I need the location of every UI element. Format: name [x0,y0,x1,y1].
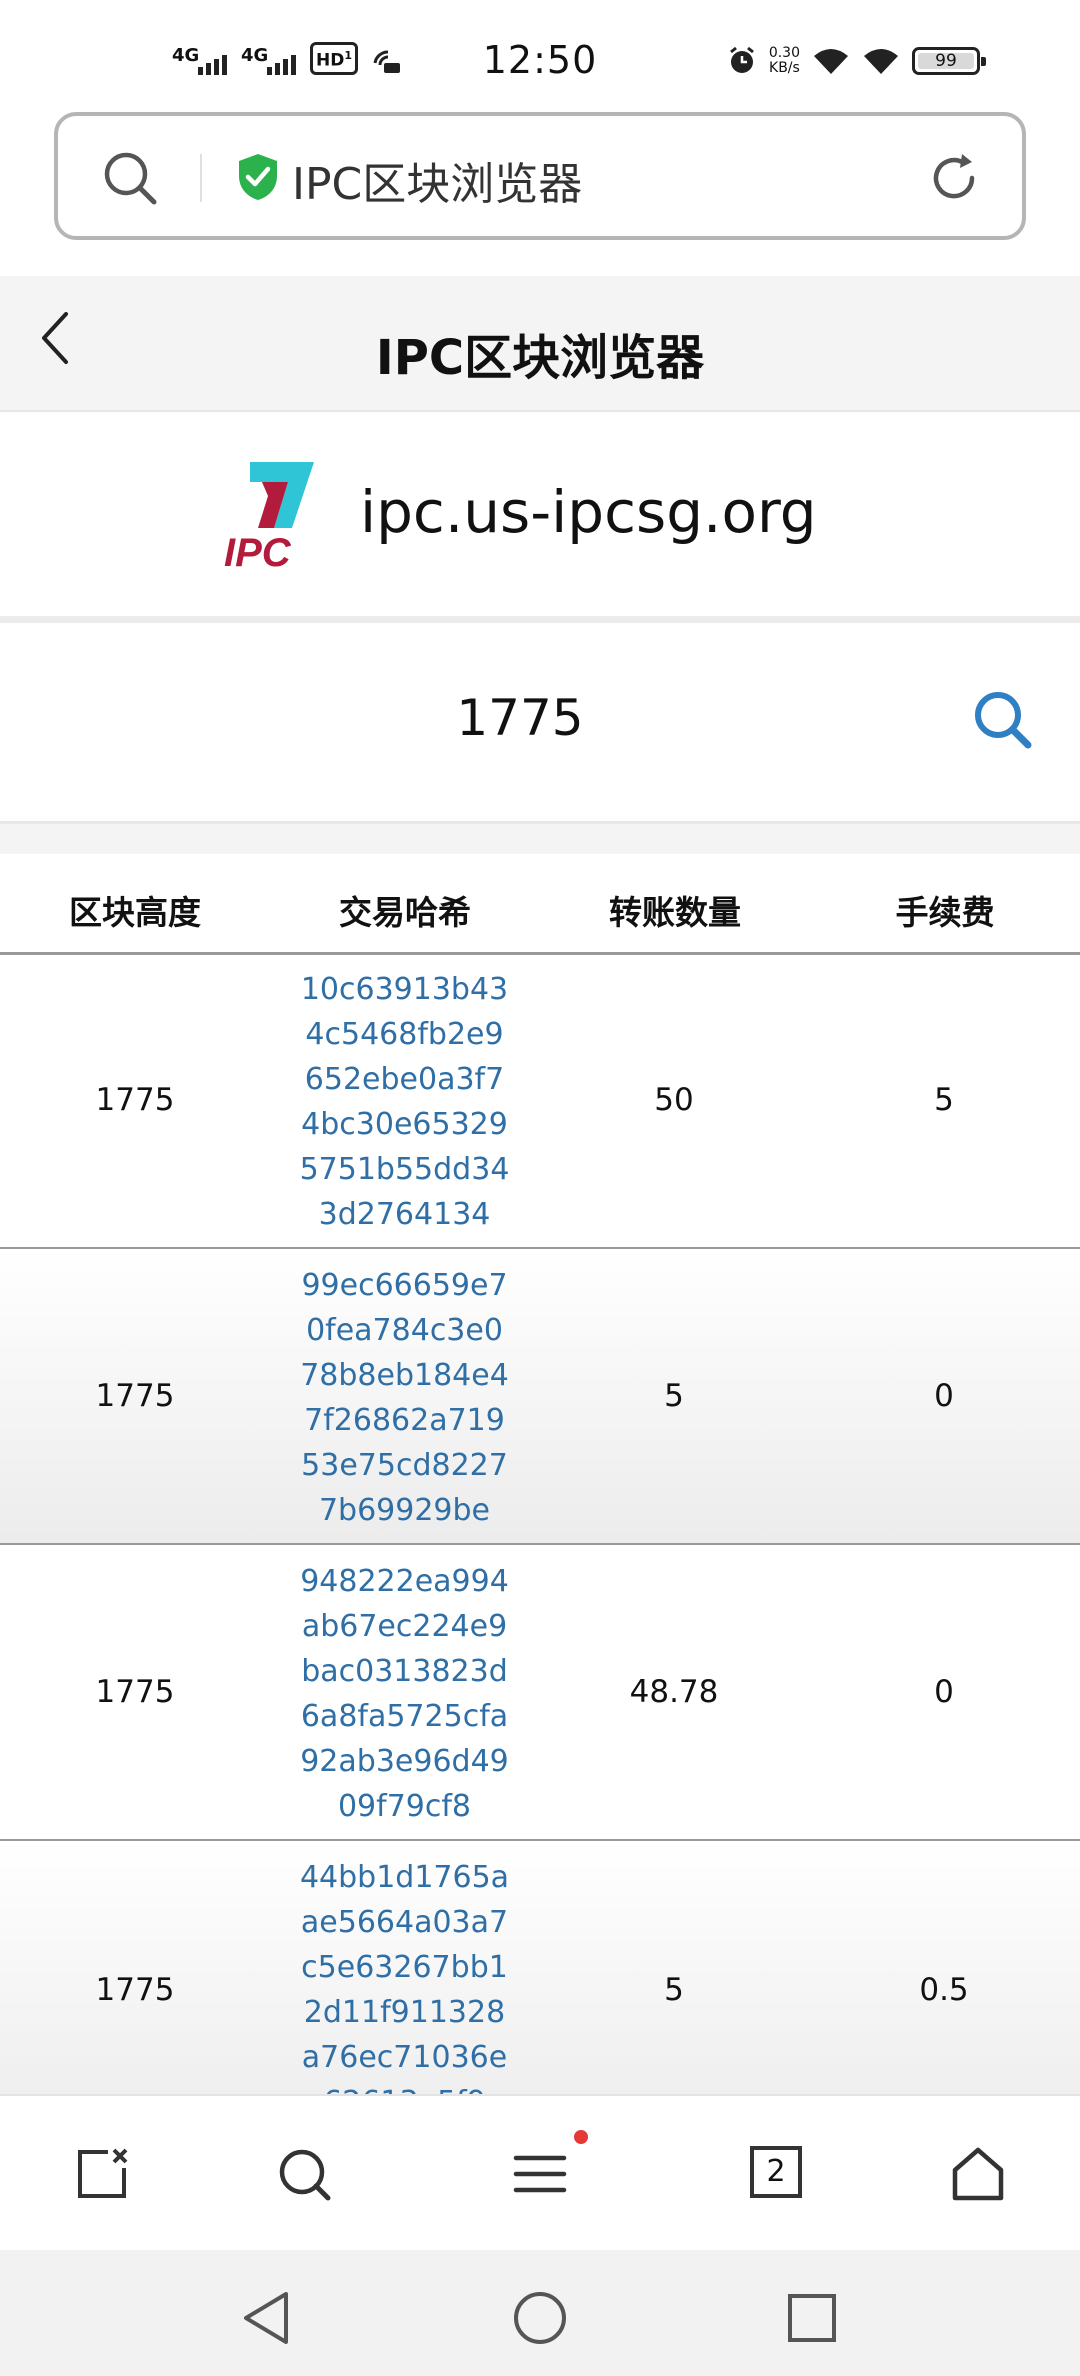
network-speed: 0.30 KB/s [768,45,800,76]
nav-back-icon[interactable] [238,2290,294,2346]
tx-hash-link[interactable]: 10c63913b434c5468fb2e9652ebe0a3f74bc30e6… [297,953,512,1247]
transaction-list: 1775 10c63913b434c5468fb2e9652ebe0a3f74b… [0,953,1080,2141]
system-navigation-bar [0,2250,1080,2376]
close-page-icon[interactable] [74,2146,130,2202]
refresh-icon[interactable] [926,150,982,206]
block-height-cell: 1775 [95,1674,175,1710]
tx-hash-link[interactable]: 948222ea994ab67ec224e9bac0313823d6a8fa57… [297,1545,512,1839]
block-search: 1775 [0,623,1080,824]
column-header-fee: 手续费 [895,893,995,932]
home-icon[interactable] [950,2146,1006,2202]
browser-toolbar: 2 [0,2094,1080,2252]
status-bar: 4G 4G HD1 12:50 0.30 KB/s 99 [0,0,1080,110]
status-right-icons: 0.30 KB/s 99 [727,45,986,76]
address-text[interactable]: IPC区块浏览器 [292,148,582,212]
column-header-block-height: 区块高度 [69,893,201,932]
amount-cell: 5 [664,1378,684,1414]
svg-text:IPC: IPC [224,531,292,572]
fee-cell: 0 [934,1674,954,1710]
browser-address-bar[interactable]: IPC区块浏览器 [54,112,1026,240]
wifi-icon [864,49,898,74]
block-search-input[interactable]: 1775 [0,689,1040,747]
table-header: 区块高度 交易哈希 转账数量 手续费 [0,854,1080,955]
search-icon[interactable] [276,2146,332,2202]
amount-cell: 48.78 [629,1674,719,1710]
column-header-amount: 转账数量 [609,893,741,932]
secure-shield-icon [239,154,277,200]
search-icon[interactable] [102,150,158,206]
address-divider [200,154,202,202]
tx-hash-link[interactable]: 99ec66659e70fea784c3e078b8eb184e47f26862… [297,1249,512,1543]
fee-cell: 5 [934,1082,954,1118]
column-header-tx-hash: 交易哈希 [339,893,471,932]
wifi-icon [814,49,848,74]
table-row: 1775 948222ea994ab67ec224e9bac0313823d6a… [0,1545,1080,1841]
search-icon[interactable] [972,689,1034,751]
nav-recents-icon[interactable] [784,2290,840,2346]
amount-cell: 50 [654,1082,694,1118]
menu-icon[interactable] [512,2146,568,2202]
block-height-cell: 1775 [95,1082,175,1118]
nav-home-icon[interactable] [512,2290,568,2346]
site-domain: ipc.us-ipcsg.org [360,478,817,546]
page-title: IPC区块浏览器 [375,330,705,386]
table-row: 1775 10c63913b434c5468fb2e9652ebe0a3f74b… [0,953,1080,1249]
block-height-cell: 1775 [95,1378,175,1414]
section-gap [0,824,1080,854]
ipc-logo: IPC [224,462,314,572]
table-row: 1775 99ec66659e70fea784c3e078b8eb184e47f… [0,1249,1080,1545]
battery-icon: 99 [912,47,986,75]
notification-dot [574,2130,588,2144]
fee-cell: 0 [934,1378,954,1414]
battery-level: 99 [935,51,957,71]
alarm-icon [729,46,754,73]
tabs-counter-button[interactable]: 2 [750,2146,802,2198]
page-header: IPC区块浏览器 [0,276,1080,412]
site-brand: IPC ipc.us-ipcsg.org [0,412,1080,623]
